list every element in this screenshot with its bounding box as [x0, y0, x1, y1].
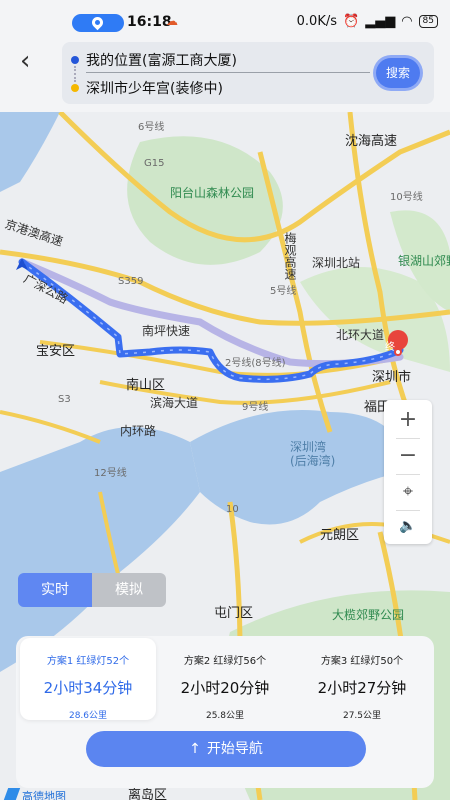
- realtime-tab[interactable]: 实时: [18, 573, 92, 607]
- brand-name: 高德地图: [22, 790, 66, 800]
- network-speed: 0.0K/s: [296, 14, 338, 29]
- start-navigation-button[interactable]: ↑ 开始导航: [86, 731, 366, 767]
- wifi-icon: ◠: [401, 14, 413, 29]
- map-label-nanshan: 南山区: [126, 378, 166, 393]
- mode-toggle: 实时 模拟: [18, 573, 166, 607]
- map-label-g15: G15: [144, 158, 165, 169]
- map-label-houhai: (后海湾): [290, 454, 336, 468]
- plan-card-3[interactable]: 方案3 红绿灯50个 2小时27分钟 27.5公里: [294, 638, 430, 721]
- map-label-metro2: 2号线(8号线): [225, 358, 286, 369]
- screen: 16:18 ☁ 0.0K/s ⏰ ▂▄▆ ◠ 85 ‹ 我的位置(富源工商大厦)…: [0, 0, 450, 800]
- notification-icon: ☁: [166, 14, 178, 28]
- plan-header: 方案3 红绿灯50个: [320, 656, 404, 667]
- brand-watermark: 高德地图: [0, 788, 120, 800]
- battery-icon: 85: [418, 15, 438, 28]
- map-label-r10: 10: [226, 504, 239, 515]
- status-time: 16:18: [127, 14, 172, 30]
- plan-distance: 27.5公里: [342, 711, 382, 721]
- zoom-in-button[interactable]: +: [384, 402, 432, 438]
- simulate-tab[interactable]: 模拟: [92, 573, 166, 607]
- plan-duration: 2小时27分钟: [317, 679, 407, 697]
- map-label-metro12: 12号线: [94, 468, 127, 479]
- status-right: 0.0K/s ⏰ ▂▄▆ ◠ 85: [297, 14, 438, 29]
- sound-button[interactable]: 🔈: [384, 508, 432, 544]
- map-label-r10line: 10号线: [390, 192, 423, 203]
- map-label-neihuan: 内环路: [120, 424, 157, 438]
- map-label-tunmen: 屯门区: [214, 606, 254, 621]
- map-controls: + − ⌖ 🔈: [384, 400, 432, 544]
- divider: [86, 72, 370, 73]
- map-label-yuanlang: 元朗区: [320, 528, 360, 543]
- plan-distance: 25.8公里: [205, 711, 245, 721]
- search-button[interactable]: 搜索: [376, 58, 420, 88]
- plan-header: 方案2 红绿灯56个: [183, 656, 267, 667]
- destination-marker-label[interactable]: 终: [385, 338, 395, 353]
- route-plans-panel: 方案1 红绿灯52个 2小时34分钟 28.6公里 方案2 红绿灯56个 2小时…: [16, 636, 434, 788]
- plan-duration: 2小时20分钟: [180, 679, 270, 697]
- map-label-s3: S3: [58, 394, 71, 405]
- map-label-shenzhen-north: 深圳北站: [312, 256, 361, 270]
- map-label-shenhai: 沈海高速: [345, 134, 398, 149]
- route-input-box: 我的位置(富源工商大厦) 深圳市少年宫(装修中) 搜索: [62, 42, 434, 104]
- zoom-out-button[interactable]: −: [384, 438, 432, 474]
- map-label-meiguan: 梅观高速: [283, 232, 297, 280]
- map-label-metro6: 6号线: [138, 122, 165, 133]
- plan-card-2[interactable]: 方案2 红绿灯56个 2小时20分钟 25.8公里: [157, 638, 293, 721]
- map-label-yinhu: 银湖山郊野: [398, 254, 450, 268]
- map-label-yangtai: 阳台山森林公园: [170, 186, 255, 200]
- back-button[interactable]: ‹: [20, 48, 46, 76]
- map-label-beihuan: 北环大道: [336, 328, 385, 342]
- start-navigation-label: 开始导航: [206, 741, 263, 757]
- plan-header: 方案1 红绿灯52个: [46, 656, 130, 667]
- map-label-binhai: 滨海大道: [150, 396, 199, 410]
- origin-dot-icon: [71, 56, 79, 64]
- brand-logo-icon: [3, 788, 21, 800]
- route-header: ‹ 我的位置(富源工商大厦) 深圳市少年宫(装修中) 搜索: [0, 36, 450, 112]
- map-label-damao: 大榄郊野公园: [332, 608, 405, 622]
- plan-card-1[interactable]: 方案1 红绿灯52个 2小时34分钟 28.6公里: [20, 638, 156, 721]
- map-label-metro5: 5号线: [270, 286, 297, 297]
- map-label-metro9: 9号线: [242, 402, 269, 413]
- plan-distance: 28.6公里: [68, 711, 108, 721]
- signal-icon: ▂▄▆: [365, 14, 396, 29]
- map-label-baoan: 宝安区: [36, 344, 76, 359]
- destination-field[interactable]: 深圳市少年宫(装修中): [86, 78, 223, 98]
- map-label-s359: S359: [118, 276, 144, 287]
- locate-button[interactable]: ⌖: [384, 474, 432, 510]
- location-icon: [72, 14, 124, 32]
- arrow-up-icon: ↑: [189, 741, 201, 757]
- map-label-shenzhen-city: 深圳市: [372, 370, 412, 385]
- plan-duration: 2小时34分钟: [43, 679, 133, 697]
- destination-dot-icon: [71, 84, 79, 92]
- map-label-nanping: 南坪快速: [142, 324, 191, 338]
- route-connector: [74, 66, 76, 82]
- origin-field[interactable]: 我的位置(富源工商大厦): [86, 50, 237, 70]
- alarm-icon: ⏰: [343, 14, 360, 29]
